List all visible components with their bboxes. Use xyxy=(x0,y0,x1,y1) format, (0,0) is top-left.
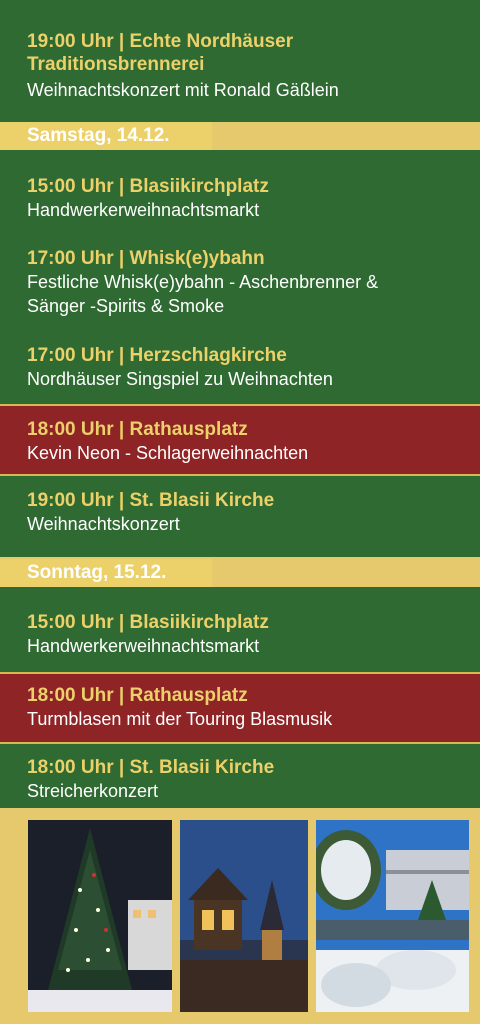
event-title: 17:00 Uhr | Whisk(e)ybahn xyxy=(27,248,265,269)
event-desc: Festliche Whisk(e)ybahn - Aschenbrenner … xyxy=(27,272,379,292)
event-title: 19:00 Uhr | Echte Nordhäuser xyxy=(27,31,294,52)
date-heading-saturday: Samstag, 14.12. xyxy=(0,122,212,150)
event-title: 19:00 Uhr | St. Blasii Kirche xyxy=(27,490,275,511)
christmas-tree-photo xyxy=(28,820,172,1012)
event-block: 19:00 Uhr | St. Blasii Kirche Weihnachts… xyxy=(0,476,480,557)
event-title: 17:00 Uhr | Herzschlagkirche xyxy=(27,345,287,366)
event-title: 18:00 Uhr | St. Blasii Kirche xyxy=(27,757,275,778)
date-heading-sunday: Sonntag, 15.12. xyxy=(0,559,212,587)
church-tower-photo xyxy=(180,820,308,1012)
event-desc-cont: Sänger -Spirits & Smoke xyxy=(27,296,225,316)
event-block: 18:00 Uhr | St. Blasii Kirche Streicherk… xyxy=(0,744,480,808)
event-block-highlight: 18:00 Uhr | Rathausplatz Kevin Neon - Sc… xyxy=(0,406,480,474)
event-block-top: 19:00 Uhr | Echte Nordhäuser Traditionsb… xyxy=(0,0,480,122)
event-desc: Streicherkonzert xyxy=(27,781,159,801)
event-block: 15:00 Uhr | Blasiikirchplatz Handwerkerw… xyxy=(0,587,480,672)
event-title: 15:00 Uhr | Blasiikirchplatz xyxy=(27,176,269,197)
event-title-cont: Traditionsbrennerei xyxy=(27,54,205,75)
event-desc: Weihnachtskonzert xyxy=(27,514,180,534)
event-desc: Nordhäuser Singspiel zu Weihnachten xyxy=(27,369,333,389)
snowy-square-photo xyxy=(316,820,469,1012)
event-desc: Handwerkerweihnachtsmarkt xyxy=(27,200,260,220)
event-desc: Turmblasen mit der Touring Blasmusik xyxy=(27,709,333,729)
event-desc: Kevin Neon - Schlagerweihnachten xyxy=(27,443,309,463)
event-title: 15:00 Uhr | Blasiikirchplatz xyxy=(27,612,269,633)
event-title: 18:00 Uhr | Rathausplatz xyxy=(27,419,248,440)
event-item: 15:00 Uhr | Blasiikirchplatz Handwerkerw… xyxy=(27,175,269,222)
event-item: 17:00 Uhr | Herzschlagkirche Nordhäuser … xyxy=(27,344,333,391)
event-title: 18:00 Uhr | Rathausplatz xyxy=(27,685,248,706)
event-desc: Weihnachtskonzert mit Ronald Gäßlein xyxy=(27,80,339,100)
event-block-highlight: 18:00 Uhr | Rathausplatz Turmblasen mit … xyxy=(0,674,480,742)
saturday-green-section: 15:00 Uhr | Blasiikirchplatz Handwerkerw… xyxy=(0,150,480,404)
event-item: 17:00 Uhr | Whisk(e)ybahn Festliche Whis… xyxy=(27,247,378,318)
event-desc: Handwerkerweihnachtsmarkt xyxy=(27,636,260,656)
